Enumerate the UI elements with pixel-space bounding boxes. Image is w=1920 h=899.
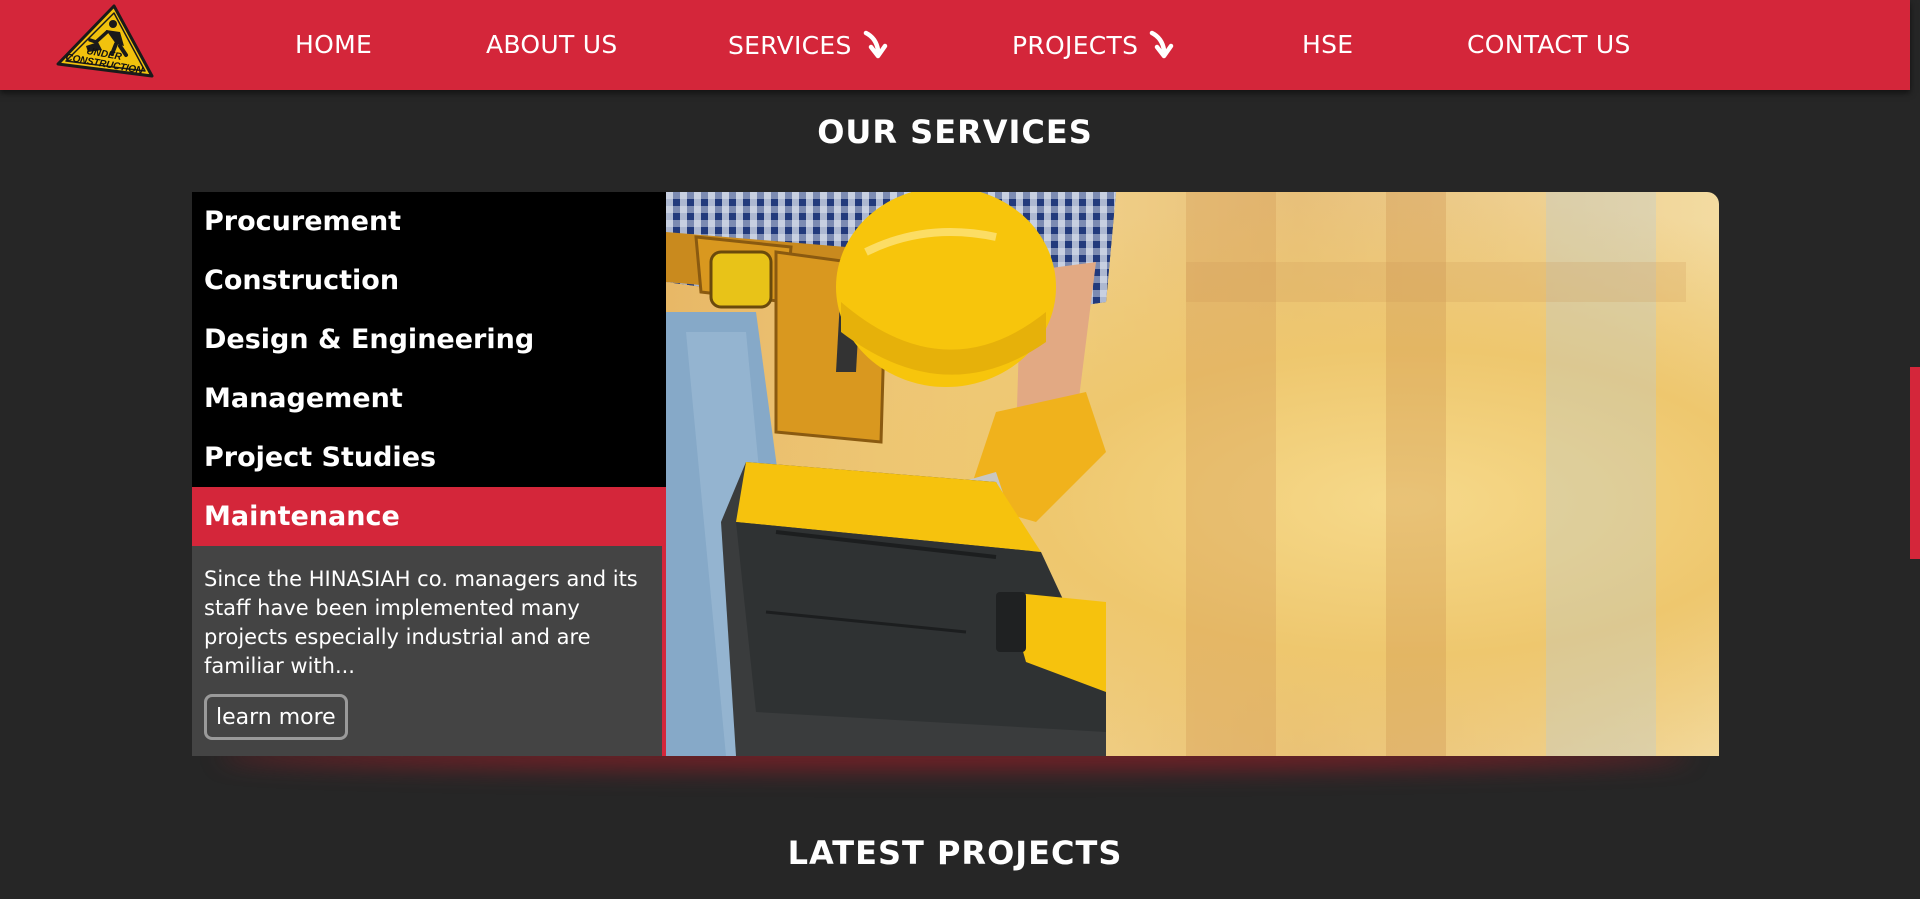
nav-hse-link[interactable]: HSE [1302, 29, 1353, 59]
services-card: Procurement Construction Design & Engine… [192, 192, 1719, 756]
arrow-down-right-icon [863, 30, 887, 59]
service-description-panel: Since the HINASIAH co. managers and its … [192, 546, 666, 756]
service-item-label: Management [204, 383, 403, 414]
worker-with-toolbox-illustration [666, 192, 1686, 756]
nav-projects-link[interactable]: PROJECTS [1012, 30, 1174, 60]
nav-contact-us-link[interactable]: CONTACT US [1467, 29, 1631, 59]
under-construction-logo[interactable]: UNDER CONSTRUCTION [50, 2, 158, 82]
nav-home-label: HOME [295, 29, 373, 59]
service-item-maintenance[interactable]: Maintenance [192, 487, 666, 546]
page-scrollbar[interactable] [1910, 0, 1920, 899]
service-item-management[interactable]: Management [192, 369, 666, 428]
service-hero-image [666, 192, 1719, 756]
arrow-down-right-icon [1150, 30, 1174, 59]
nav-services-link[interactable]: SERVICES [728, 30, 888, 60]
nav-contact-us-label: CONTACT US [1467, 29, 1631, 59]
nav-home-link[interactable]: HOME [295, 29, 372, 59]
nav-hse-label: HSE [1302, 29, 1354, 59]
service-item-label: Maintenance [204, 501, 400, 532]
top-navigation-bar: UNDER CONSTRUCTION HOME ABOUT US SERVICE… [0, 0, 1910, 90]
projects-section-title: LATEST PROJECTS [787, 834, 1123, 872]
service-item-label: Procurement [204, 206, 402, 237]
scrollbar-thumb[interactable] [1910, 367, 1920, 559]
nav-services-label: SERVICES [728, 30, 852, 60]
learn-more-button[interactable]: learn more [204, 694, 348, 740]
service-item-label: Design & Engineering [204, 324, 535, 355]
nav-projects-label: PROJECTS [1012, 30, 1139, 60]
service-item-label: Construction [204, 265, 400, 296]
service-item-label: Project Studies [204, 442, 437, 473]
service-item-procurement[interactable]: Procurement [192, 192, 666, 251]
service-description-text: Since the HINASIAH co. managers and its … [204, 567, 638, 678]
service-item-construction[interactable]: Construction [192, 251, 666, 310]
service-item-design-engineering[interactable]: Design & Engineering [192, 310, 666, 369]
nav-about-us-label: ABOUT US [486, 29, 618, 59]
services-section-title: OUR SERVICES [817, 113, 1093, 151]
nav-about-us-link[interactable]: ABOUT US [486, 29, 618, 59]
services-menu: Procurement Construction Design & Engine… [192, 192, 666, 756]
service-item-project-studies[interactable]: Project Studies [192, 428, 666, 487]
